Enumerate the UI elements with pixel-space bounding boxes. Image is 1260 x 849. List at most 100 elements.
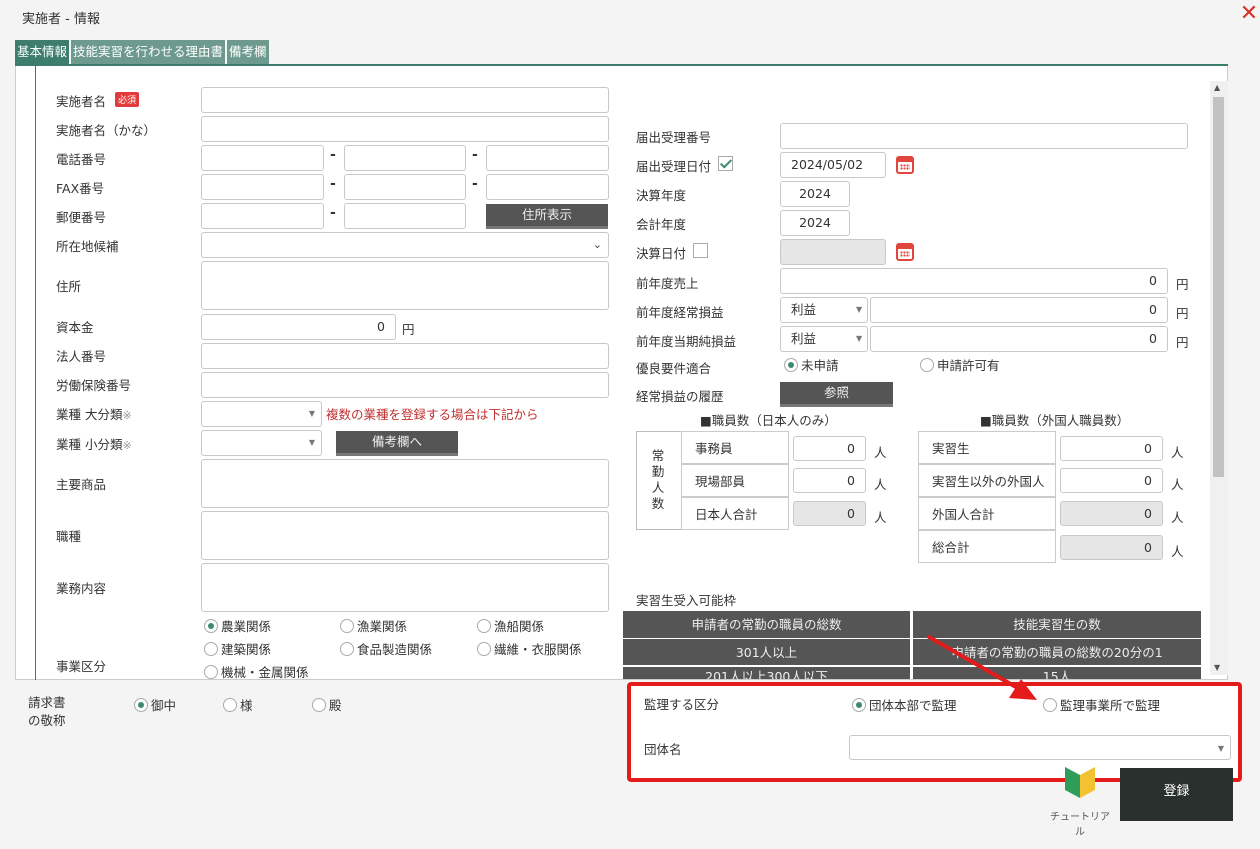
radio-excellent-not-applied[interactable]: 未申請 [784,355,839,374]
fiscal-year-input[interactable]: 2024 [780,181,850,207]
capital-input[interactable]: 0 [201,314,396,340]
label-org-name: 団体名 [644,742,682,757]
history-reference-button[interactable]: 参照 [780,382,893,407]
scroll-down-icon[interactable]: ▼ [1214,663,1220,672]
label-labor-ins: 労働保険番号 [56,378,132,393]
tab-basic-info[interactable]: 基本情報 [15,40,70,64]
notif-date-checkbox[interactable] [718,156,733,171]
fax-dash-1: - [330,176,336,192]
fax-input-3[interactable] [486,174,609,200]
fax-input-1[interactable] [201,174,324,200]
label-fax: FAX番号 [56,181,105,196]
notif-no-input[interactable] [780,123,1188,149]
notif-date-input[interactable]: 2024/05/02 [780,152,886,178]
prev-sales-input[interactable]: 0 [780,268,1168,294]
radio-dot [204,664,218,679]
prev-net-input[interactable]: 0 [870,326,1168,352]
scrollbar-thumb[interactable] [1213,97,1224,477]
scroll-up-icon[interactable]: ▲ [1214,83,1220,92]
radio-excellent-approved[interactable]: 申請許可有 [920,355,1000,374]
prev-sales-unit: 円 [1176,277,1189,292]
job-textarea[interactable] [201,511,609,560]
fr-other-count-input[interactable]: 0 [1060,468,1163,493]
radio-honorific-dono[interactable]: 殿 [312,695,342,714]
industry-minor-select[interactable]: ▼ [201,430,322,456]
address-textarea[interactable] [201,261,609,310]
label-prev-ordinary: 前年度経常損益 [636,305,724,320]
radio-supervise-office[interactable]: 監理事業所で監理 [1043,695,1160,714]
settle-date-input[interactable] [780,239,886,265]
name-input[interactable] [201,87,609,113]
jp-row-field-label: 現場部員 [681,464,789,497]
close-icon[interactable]: ✕ [1238,2,1260,26]
prev-ordinary-type-select[interactable]: 利益 [780,297,868,323]
fr-row-total-label: 外国人合計 [918,497,1056,530]
panel-scrollbar[interactable]: ▲ ▼ [1210,81,1228,675]
capacity-title: 実習生受入可能枠 [636,593,737,608]
calendar-icon[interactable] [896,243,914,261]
radio-category-machinery[interactable]: 機械・金属関係 [204,662,309,681]
products-textarea[interactable] [201,459,609,508]
radio-category-agri[interactable]: 農業関係 [204,616,271,635]
register-button[interactable]: 登録 [1120,768,1233,821]
grand-total-count-output: 0 [1060,535,1163,560]
radio-dot [134,697,148,712]
radio-category-textile[interactable]: 繊維・衣服関係 [477,639,582,658]
label-industry-minor: 業種 小分類※ [56,434,132,453]
radio-label: 機械・金属関係 [221,665,309,680]
radio-honorific-onchu[interactable]: 御中 [134,695,176,714]
label-settle-date: 決算日付 [636,246,687,261]
label-honorific: 請求書の敬称 [28,695,66,728]
industry-major-select[interactable]: ▼ [201,401,322,427]
fr-total-count-output: 0 [1060,501,1163,526]
address-lookup-button[interactable]: 住所表示 [486,204,608,229]
radio-category-food[interactable]: 食品製造関係 [340,639,432,658]
account-year-input[interactable]: 2024 [780,210,850,236]
postal-input-2[interactable] [344,203,466,229]
settle-date-checkbox[interactable] [693,243,708,258]
org-name-select[interactable]: ▼ [849,735,1231,760]
phone-input-2[interactable] [344,145,466,171]
radio-dot [784,357,798,372]
label-postal: 郵便番号 [56,210,107,225]
jp-field-count-input[interactable]: 0 [793,468,866,493]
phone-dash-1: - [330,147,336,163]
radio-dot [920,357,934,372]
postal-input-1[interactable] [201,203,324,229]
radio-category-fishery[interactable]: 漁業関係 [340,616,407,635]
annotation-arrow-icon [927,635,1037,700]
work-textarea[interactable] [201,563,609,612]
corp-no-input[interactable] [201,343,609,369]
form-panel [15,66,1228,680]
person-unit: 人 [874,477,887,492]
jp-office-count-input[interactable]: 0 [793,436,866,461]
label-corp-no: 法人番号 [56,349,107,364]
radio-dot [223,697,237,712]
to-remarks-button[interactable]: 備考欄へ [336,431,458,456]
calendar-icon[interactable] [896,156,914,174]
fr-trainee-count-input[interactable]: 0 [1060,436,1163,461]
capacity-header-staff: 申請者の常勤の職員の総数 [623,611,910,638]
label-capital: 資本金 [56,320,94,335]
panel-accent-line [35,66,36,680]
person-unit: 人 [1171,477,1184,492]
radio-label: 漁業関係 [357,619,408,634]
radio-category-fishing-boat[interactable]: 漁船関係 [477,616,544,635]
tab-remarks[interactable]: 備考欄 [227,40,269,64]
tab-reason[interactable]: 技能実習を行わせる理由書 [71,40,226,64]
radio-label: 未申請 [801,358,839,373]
capacity-row1-staff: 301人以上 [623,639,910,665]
location-select[interactable]: ⌄ [201,232,609,258]
name-kana-input[interactable] [201,116,609,142]
fax-input-2[interactable] [344,174,466,200]
tutorial-button[interactable]: チュートリアル [1049,765,1111,838]
prev-net-type-select[interactable]: 利益 [780,326,868,352]
phone-input-3[interactable] [486,145,609,171]
radio-dot [477,618,491,633]
radio-category-construction[interactable]: 建築関係 [204,639,271,658]
fax-dash-2: - [472,176,478,192]
radio-honorific-sama[interactable]: 様 [223,695,253,714]
labor-ins-input[interactable] [201,372,609,398]
phone-input-1[interactable] [201,145,324,171]
prev-ordinary-input[interactable]: 0 [870,297,1168,323]
